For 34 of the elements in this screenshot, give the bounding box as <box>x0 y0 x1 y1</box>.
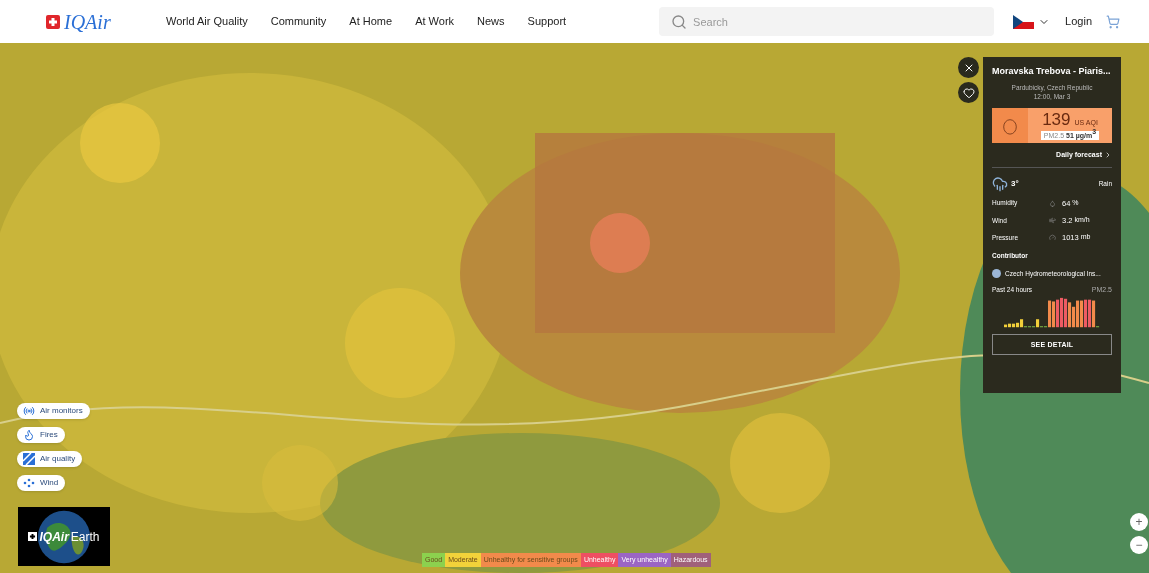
nav-link[interactable]: News <box>477 13 505 30</box>
droplet-icon <box>1049 199 1056 207</box>
heart-icon <box>962 86 975 99</box>
gauge-icon <box>1049 234 1056 242</box>
nav-link[interactable]: Community <box>270 13 327 30</box>
cart-icon[interactable] <box>1106 14 1120 29</box>
swiss-cross-icon <box>46 14 60 29</box>
temperature: 3° <box>1011 177 1019 190</box>
login-link[interactable]: Login <box>1065 13 1092 30</box>
wind-icon <box>1049 216 1056 224</box>
layer-toggle[interactable]: Air monitors <box>17 403 90 419</box>
search-field[interactable]: Search <box>659 7 995 36</box>
contributor-logo-icon <box>992 269 1001 279</box>
aqi-value: 139 <box>1042 111 1071 129</box>
layer-toggle[interactable]: Wind <box>17 475 66 491</box>
search-icon <box>671 14 688 30</box>
antenna-icon <box>23 405 35 417</box>
layer-toggle[interactable]: Air quality <box>17 451 83 467</box>
rain-cloud-icon <box>992 175 1008 192</box>
nav-link[interactable]: Support <box>527 13 567 30</box>
wind-particles-icon <box>23 477 35 489</box>
chevron-icon <box>1104 151 1112 160</box>
earth-logo-brand: IQAir <box>39 528 69 546</box>
swiss-cross-icon <box>28 532 38 541</box>
nav-link[interactable]: At Home <box>349 13 393 30</box>
nav-link[interactable]: World Air Quality <box>166 13 248 30</box>
hatched-square-icon <box>23 453 35 465</box>
earth-logo-suffix: Earth <box>70 528 100 546</box>
czech-flag-icon[interactable] <box>1013 14 1035 29</box>
station-title: Moravska Trebova - Piaris... <box>992 65 1112 78</box>
layer-toggle[interactable]: Fires <box>17 427 65 443</box>
flame-icon <box>23 429 35 441</box>
logo[interactable]: IQAir <box>64 6 111 37</box>
nav-link[interactable]: At Work <box>415 13 455 30</box>
